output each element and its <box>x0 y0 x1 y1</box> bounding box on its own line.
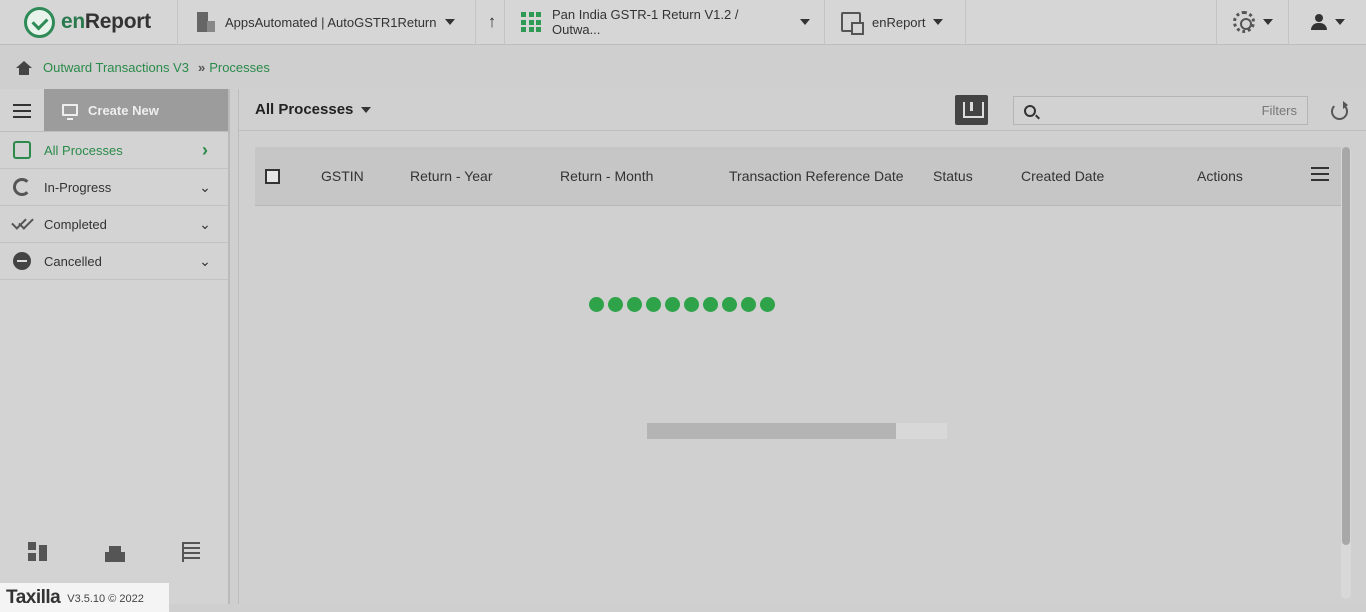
settings-menu[interactable] <box>1216 0 1288 45</box>
view-selector[interactable]: All Processes <box>239 101 372 118</box>
breadcrumb-item-processes[interactable]: Processes <box>209 60 270 75</box>
building-icon <box>194 12 216 32</box>
column-header-return-year[interactable]: Return - Year <box>410 168 493 184</box>
user-icon <box>1310 14 1327 30</box>
module-selector[interactable]: enReport <box>825 0 966 45</box>
dashboard-icon[interactable] <box>28 542 49 562</box>
minus-circle-icon <box>13 252 31 270</box>
enreport-logo[interactable]: enReport <box>0 0 178 45</box>
sidebar-item-in-progress[interactable]: In-Progress ⌄ <box>0 169 228 206</box>
column-header-transaction-reference-date[interactable]: Transaction Reference Date <box>729 168 904 184</box>
filters-button[interactable]: Filters <box>1262 103 1297 118</box>
swap-icon <box>841 12 864 35</box>
sidebar-item-completed[interactable]: Completed ⌄ <box>0 206 228 243</box>
column-header-status[interactable]: Status <box>933 168 973 184</box>
sidebar-item-label: All Processes <box>44 142 123 158</box>
monitor-icon <box>62 104 78 120</box>
sidebar-header: Create New <box>0 89 228 132</box>
organization-name: AppsAutomated | AutoGSTR1Return <box>225 14 437 30</box>
logo-check-icon <box>24 6 55 38</box>
organization-selector[interactable]: AppsAutomated | AutoGSTR1Return <box>178 0 476 45</box>
sidebar-footer <box>0 532 228 572</box>
chevron-down-icon <box>933 19 944 25</box>
top-bar: enReport AppsAutomated | AutoGSTR1Return… <box>0 0 1366 45</box>
main-panel: All Processes Filters GSTIN Return - Yea… <box>238 89 1366 604</box>
chevron-down-icon <box>361 106 372 113</box>
column-header-return-month[interactable]: Return - Month <box>560 168 653 184</box>
logo-text: enReport <box>61 10 151 33</box>
sidebar-item-label: In-Progress <box>44 179 112 195</box>
create-new-button[interactable]: Create New <box>44 89 228 131</box>
sidebar-item-label: Cancelled <box>44 253 102 269</box>
sidebar: Create New All Processes › In-Progress ⌄… <box>0 89 230 604</box>
all-processes-icon <box>13 141 31 159</box>
city-icon[interactable] <box>104 542 125 562</box>
in-progress-icon <box>13 178 31 196</box>
column-menu-icon[interactable] <box>1311 167 1329 181</box>
scrollbar-thumb[interactable] <box>1342 147 1350 545</box>
sidebar-item-cancelled[interactable]: Cancelled ⌄ <box>0 243 228 280</box>
loading-progress-bar <box>647 423 947 439</box>
up-arrow-icon[interactable]: ↑ <box>480 12 504 32</box>
hamburger-icon[interactable] <box>0 89 44 132</box>
column-header-gstin[interactable]: GSTIN <box>321 168 364 184</box>
chevron-down-icon <box>444 19 455 25</box>
column-header-created-date[interactable]: Created Date <box>1021 168 1104 184</box>
breadcrumb-separator: » <box>197 60 206 75</box>
download-button[interactable] <box>955 95 988 125</box>
select-all-checkbox[interactable] <box>265 168 280 184</box>
gear-icon <box>1232 11 1255 33</box>
breadcrumb-item-outward-transactions[interactable]: Outward Transactions V3 <box>43 60 189 75</box>
application-selector[interactable]: Pan India GSTR-1 Return V1.2 / Outwa... <box>504 0 825 45</box>
module-name: enReport <box>872 14 926 30</box>
sidebar-item-all-processes[interactable]: All Processes › <box>0 132 228 169</box>
chevron-down-icon: ⌄ <box>199 215 211 232</box>
loading-progress-fill <box>647 423 896 439</box>
application-name: Pan India GSTR-1 Return V1.2 / Outwa... <box>552 7 739 37</box>
apps-grid-icon <box>521 12 541 32</box>
home-icon[interactable] <box>16 60 32 75</box>
chevron-down-icon: ⌄ <box>199 252 211 269</box>
chevron-right-icon: › <box>202 139 208 160</box>
search-input[interactable] <box>1044 97 1262 124</box>
table-header: GSTIN Return - Year Return - Month Trans… <box>255 147 1341 206</box>
chevron-down-icon: ⌄ <box>199 178 211 195</box>
loading-indicator <box>589 297 775 312</box>
taxilla-logo: Taxilla <box>6 586 61 608</box>
list-icon[interactable] <box>181 542 200 562</box>
footer-brand: Taxilla V3.5.10 © 2022 <box>0 583 169 612</box>
version-text: V3.5.10 © 2022 <box>67 593 144 605</box>
chevron-down-icon <box>1262 19 1273 25</box>
user-menu[interactable] <box>1288 0 1366 45</box>
chevron-down-icon <box>1334 19 1345 25</box>
create-new-label: Create New <box>88 102 159 118</box>
double-check-icon <box>13 215 31 233</box>
chevron-down-icon <box>800 19 810 25</box>
search-icon <box>1024 104 1036 117</box>
breadcrumb: Outward Transactions V3 » Processes <box>0 46 1366 89</box>
search-box[interactable]: Filters <box>1013 96 1308 125</box>
view-title: All Processes <box>255 101 354 118</box>
refresh-icon[interactable] <box>1331 101 1348 120</box>
column-header-actions: Actions <box>1197 168 1243 184</box>
sidebar-item-label: Completed <box>44 216 107 232</box>
vertical-scrollbar[interactable] <box>1341 147 1351 599</box>
